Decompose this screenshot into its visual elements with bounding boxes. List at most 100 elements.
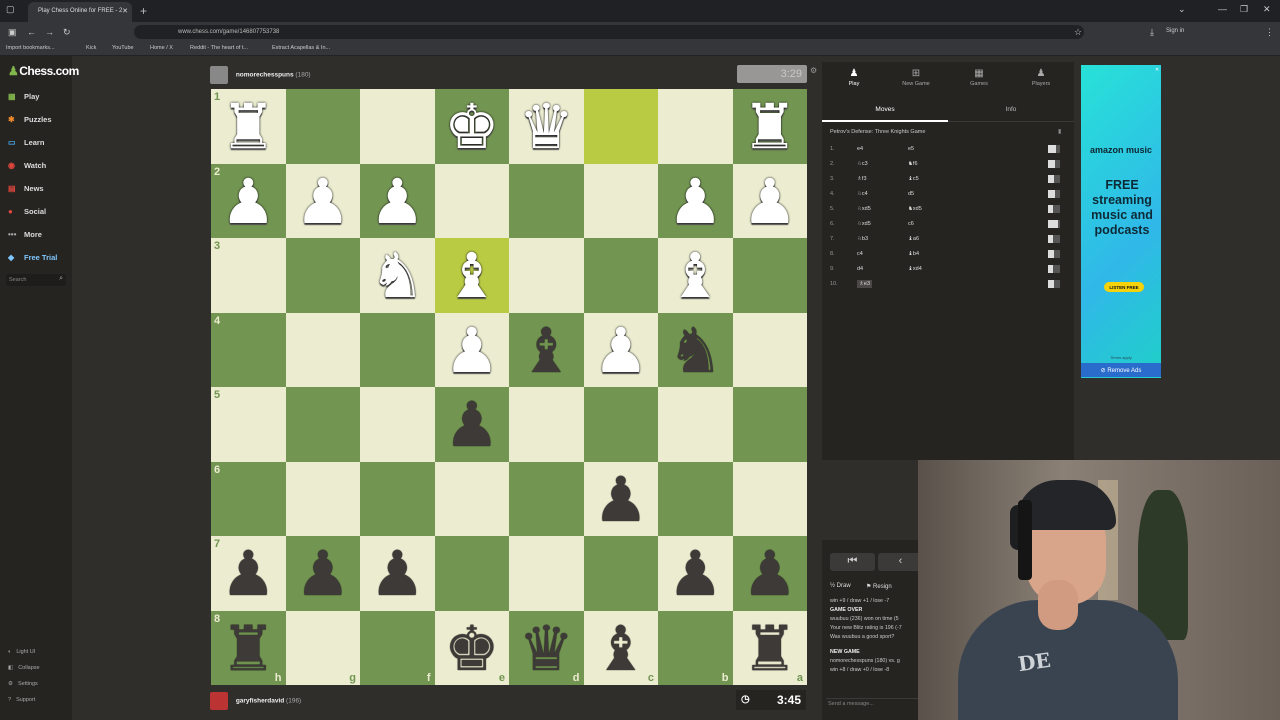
- square[interactable]: [360, 461, 435, 536]
- black-move[interactable]: ♝a6: [908, 236, 919, 242]
- black-bishop[interactable]: ♝: [518, 319, 574, 382]
- browser-menu-icon[interactable]: ⋮: [1265, 27, 1274, 38]
- maximize-icon[interactable]: ❐: [1240, 4, 1248, 15]
- square[interactable]: ♟: [732, 536, 807, 611]
- black-pawn[interactable]: ♟: [220, 543, 276, 605]
- square[interactable]: [583, 387, 658, 462]
- square[interactable]: [509, 536, 584, 611]
- sidebar-item-social[interactable]: ● Social: [8, 207, 46, 216]
- white-move[interactable]: ♘c3: [857, 161, 868, 167]
- ad-close-icon[interactable]: ✕: [1155, 67, 1159, 73]
- square[interactable]: [285, 387, 360, 462]
- square[interactable]: [658, 89, 733, 164]
- sidebar-toggle-icon[interactable]: ▣: [8, 27, 17, 38]
- square[interactable]: [285, 238, 360, 313]
- white-rook[interactable]: ♜: [742, 96, 798, 158]
- black-move[interactable]: e5: [908, 146, 914, 152]
- square[interactable]: 6: [211, 461, 286, 536]
- tab-players[interactable]: ♟ Players: [1021, 68, 1061, 87]
- bookmark-item[interactable]: Extract Acapellas & In...: [272, 45, 330, 51]
- bookmark-item[interactable]: Home / X: [150, 45, 173, 51]
- square[interactable]: [509, 387, 584, 462]
- square[interactable]: [658, 387, 733, 462]
- browser-tab[interactable]: Play Chess Online for FREE - 2 ✕: [28, 2, 132, 22]
- light-ui-toggle[interactable]: ◐ Light UI: [8, 649, 35, 655]
- square[interactable]: [732, 312, 807, 387]
- square[interactable]: [434, 461, 509, 536]
- sidebar-item-play[interactable]: ▦ Play: [8, 92, 39, 101]
- white-pawn[interactable]: ♟: [220, 170, 276, 233]
- square[interactable]: ♟: [658, 536, 733, 611]
- url-field[interactable]: www.chess.com/game/146807753738: [134, 25, 1084, 39]
- square[interactable]: [360, 312, 435, 387]
- tab-new-game[interactable]: ⊞ New Game: [896, 68, 936, 87]
- square[interactable]: [583, 238, 658, 313]
- square[interactable]: ♝ c: [583, 610, 658, 685]
- black-move[interactable]: ♝xd4: [908, 266, 922, 272]
- square[interactable]: [434, 163, 509, 238]
- chevron-down-icon[interactable]: ⌄: [1178, 4, 1186, 15]
- square[interactable]: ♟: [732, 163, 807, 238]
- black-pawn[interactable]: ♟: [593, 468, 649, 531]
- white-bishop[interactable]: ♝: [667, 245, 723, 307]
- square[interactable]: ♟: [434, 312, 509, 387]
- square[interactable]: ♝: [658, 238, 733, 313]
- square[interactable]: ♟: [360, 163, 435, 238]
- sidebar-item-learn[interactable]: ▭ Learn: [8, 138, 44, 147]
- square[interactable]: f: [360, 610, 435, 685]
- black-pawn[interactable]: ♟: [369, 543, 425, 605]
- square[interactable]: [360, 387, 435, 462]
- remove-ads-button[interactable]: ⊘ Remove Ads: [1081, 363, 1161, 377]
- sidebar-item-watch[interactable]: ◉ Watch: [8, 161, 46, 170]
- square[interactable]: b: [658, 610, 733, 685]
- black-move[interactable]: c6: [908, 221, 914, 227]
- square[interactable]: ♟: [285, 536, 360, 611]
- white-move[interactable]: ♗e3: [857, 280, 873, 288]
- square[interactable]: ♜ a: [732, 610, 807, 685]
- square[interactable]: ♚: [434, 89, 509, 164]
- black-bishop[interactable]: ♝: [593, 617, 649, 680]
- white-queen[interactable]: ♛: [518, 96, 574, 158]
- black-pawn[interactable]: ♟: [667, 543, 723, 605]
- bookmark-item[interactable]: Reddit - The heart of t...: [190, 45, 248, 51]
- black-move[interactable]: ♝b4: [908, 251, 919, 257]
- new-tab-icon[interactable]: +: [140, 4, 147, 18]
- square[interactable]: [732, 238, 807, 313]
- square[interactable]: ♞: [360, 238, 435, 313]
- square[interactable]: ♛ d: [509, 610, 584, 685]
- close-window-icon[interactable]: ✕: [1263, 4, 1271, 15]
- support-link[interactable]: ? Support: [8, 697, 35, 703]
- square-highlight[interactable]: ♝: [434, 238, 509, 313]
- white-pawn[interactable]: ♟: [369, 170, 425, 233]
- white-pawn[interactable]: ♟: [593, 319, 649, 382]
- square[interactable]: ♛: [509, 89, 584, 164]
- square[interactable]: [583, 163, 658, 238]
- tab-games[interactable]: ▦ Games: [959, 68, 999, 87]
- square[interactable]: [285, 461, 360, 536]
- black-rook[interactable]: ♜: [220, 617, 276, 680]
- black-queen[interactable]: ♛: [518, 617, 574, 680]
- resign-button[interactable]: ⚑ Resign: [866, 583, 892, 590]
- tab-play[interactable]: ♟ Play: [834, 68, 874, 87]
- tab-menu-icon[interactable]: ▢: [6, 4, 15, 15]
- tab-info[interactable]: Info: [948, 106, 1074, 113]
- white-rook[interactable]: ♜: [220, 96, 276, 158]
- white-move[interactable]: ♘c4: [857, 191, 868, 197]
- square[interactable]: [583, 536, 658, 611]
- square[interactable]: 4: [211, 312, 286, 387]
- white-pawn[interactable]: ♟: [295, 170, 351, 233]
- minimize-icon[interactable]: —: [1218, 4, 1227, 14]
- collapse-button[interactable]: ◧ Collapse: [8, 665, 40, 671]
- sidebar-item-news[interactable]: ▤ News: [8, 184, 44, 193]
- square[interactable]: ♚ e: [434, 610, 509, 685]
- chess-board[interactable]: 1 ♜ ♚ ♛ ♜ 2 ♟ ♟ ♟ ♟ ♟ 3 ♞ ♝ ♝ 4 ♟ ♝ ♟ ♞ 5 …: [211, 89, 807, 685]
- white-king[interactable]: ♚: [444, 96, 500, 158]
- black-move[interactable]: ♞xd5: [908, 206, 922, 212]
- square[interactable]: ♟: [360, 536, 435, 611]
- white-pawn[interactable]: ♟: [444, 319, 500, 382]
- white-move[interactable]: ♗f3: [857, 176, 867, 182]
- chess-com-logo[interactable]: ♟Chess.com: [8, 64, 79, 78]
- bookmark-item[interactable]: Kick: [86, 45, 96, 51]
- square[interactable]: [434, 536, 509, 611]
- chat-message-input[interactable]: Send a message...: [826, 698, 918, 708]
